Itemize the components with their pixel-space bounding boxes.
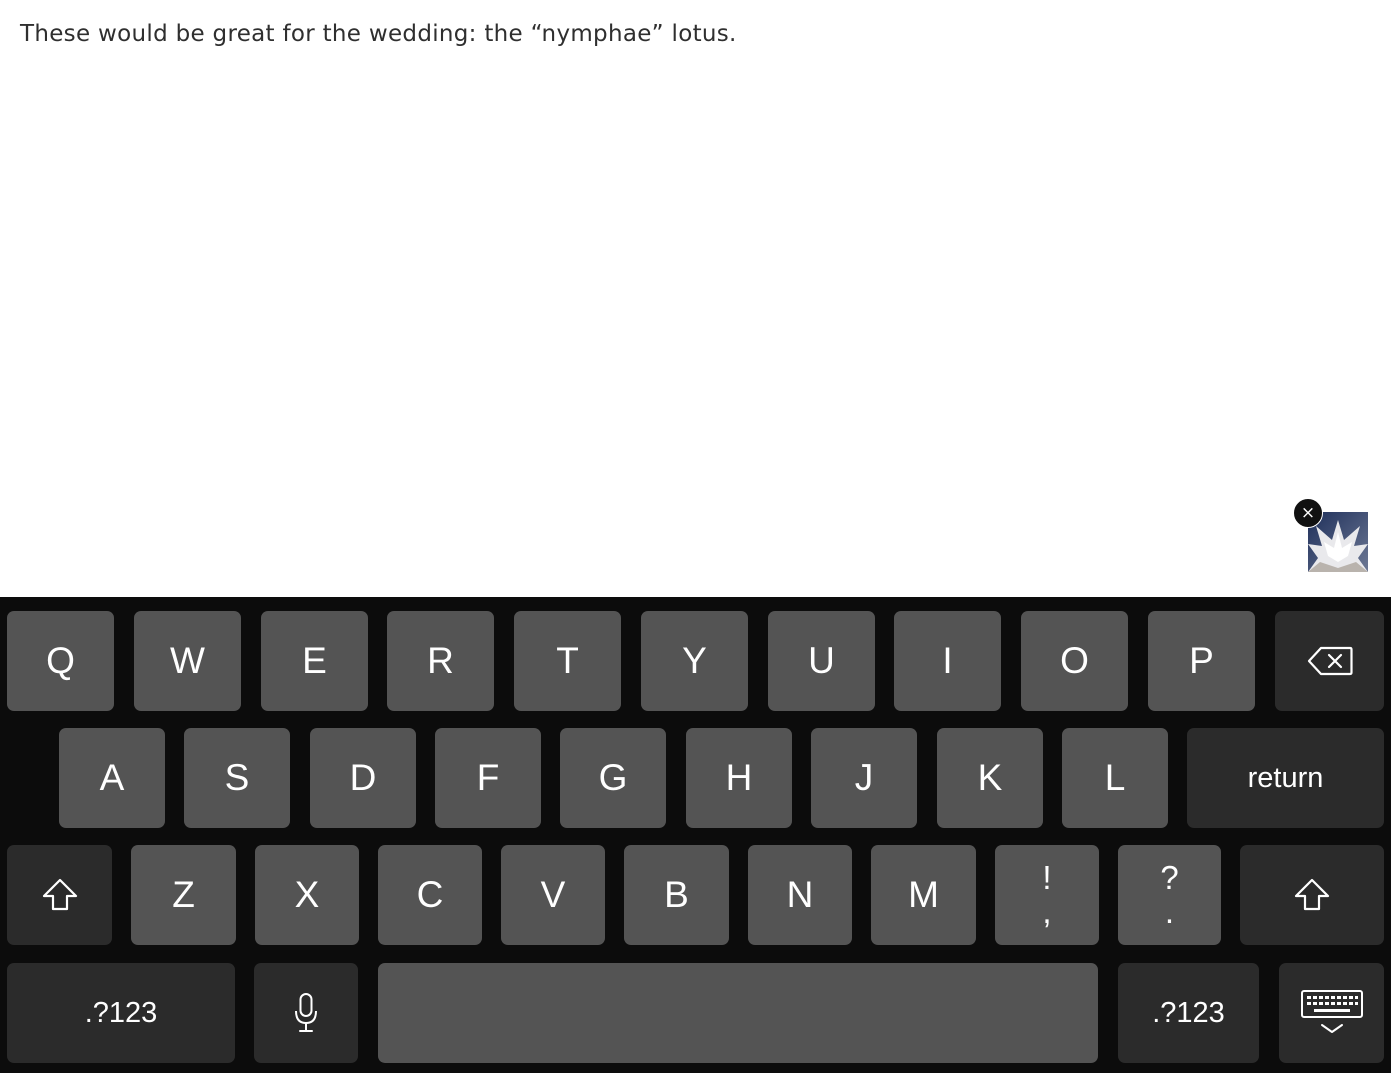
key-m[interactable]: M (871, 845, 976, 945)
shift-icon (1294, 878, 1330, 911)
key-question-period[interactable]: ? . (1118, 845, 1221, 945)
key-b[interactable]: B (624, 845, 729, 945)
hide-keyboard-icon (1300, 990, 1363, 1033)
key-l[interactable]: L (1062, 728, 1168, 828)
key-exclamation-comma[interactable]: ! , (995, 845, 1099, 945)
key-v[interactable]: V (501, 845, 605, 945)
numbers-key-right[interactable]: .?123 (1118, 963, 1259, 1063)
microphone-icon (295, 993, 317, 1032)
shift-icon (42, 878, 77, 911)
key-g[interactable]: G (560, 728, 666, 828)
shift-key-right[interactable] (1240, 845, 1384, 945)
key-u[interactable]: U (768, 611, 875, 711)
key-o[interactable]: O (1021, 611, 1128, 711)
key-n[interactable]: N (748, 845, 852, 945)
space-bar[interactable] (378, 963, 1098, 1063)
key-z[interactable]: Z (131, 845, 236, 945)
backspace-key[interactable] (1275, 611, 1384, 711)
on-screen-keyboard: Q W E R T Y U I O P A S D F G H J K L re… (0, 597, 1391, 1073)
key-t[interactable]: T (514, 611, 621, 711)
remove-attachment-button[interactable]: × (1293, 498, 1323, 528)
key-q[interactable]: Q (7, 611, 114, 711)
key-d[interactable]: D (310, 728, 416, 828)
key-e[interactable]: E (261, 611, 368, 711)
key-k[interactable]: K (937, 728, 1043, 828)
key-s[interactable]: S (184, 728, 290, 828)
numbers-key-left[interactable]: .?123 (7, 963, 235, 1063)
key-j[interactable]: J (811, 728, 917, 828)
hide-keyboard-key[interactable] (1279, 963, 1384, 1063)
key-x[interactable]: X (255, 845, 359, 945)
return-key[interactable]: return (1187, 728, 1384, 828)
message-text[interactable]: These would be great for the wedding: th… (20, 18, 737, 50)
key-y[interactable]: Y (641, 611, 748, 711)
close-icon: × (1300, 502, 1316, 523)
key-w[interactable]: W (134, 611, 241, 711)
key-r[interactable]: R (387, 611, 494, 711)
key-h[interactable]: H (686, 728, 792, 828)
key-c[interactable]: C (378, 845, 482, 945)
key-f[interactable]: F (435, 728, 541, 828)
shift-key-left[interactable] (7, 845, 112, 945)
key-a[interactable]: A (59, 728, 165, 828)
key-i[interactable]: I (894, 611, 1001, 711)
backspace-icon (1307, 646, 1353, 676)
key-p[interactable]: P (1148, 611, 1255, 711)
dictation-key[interactable] (254, 963, 358, 1063)
